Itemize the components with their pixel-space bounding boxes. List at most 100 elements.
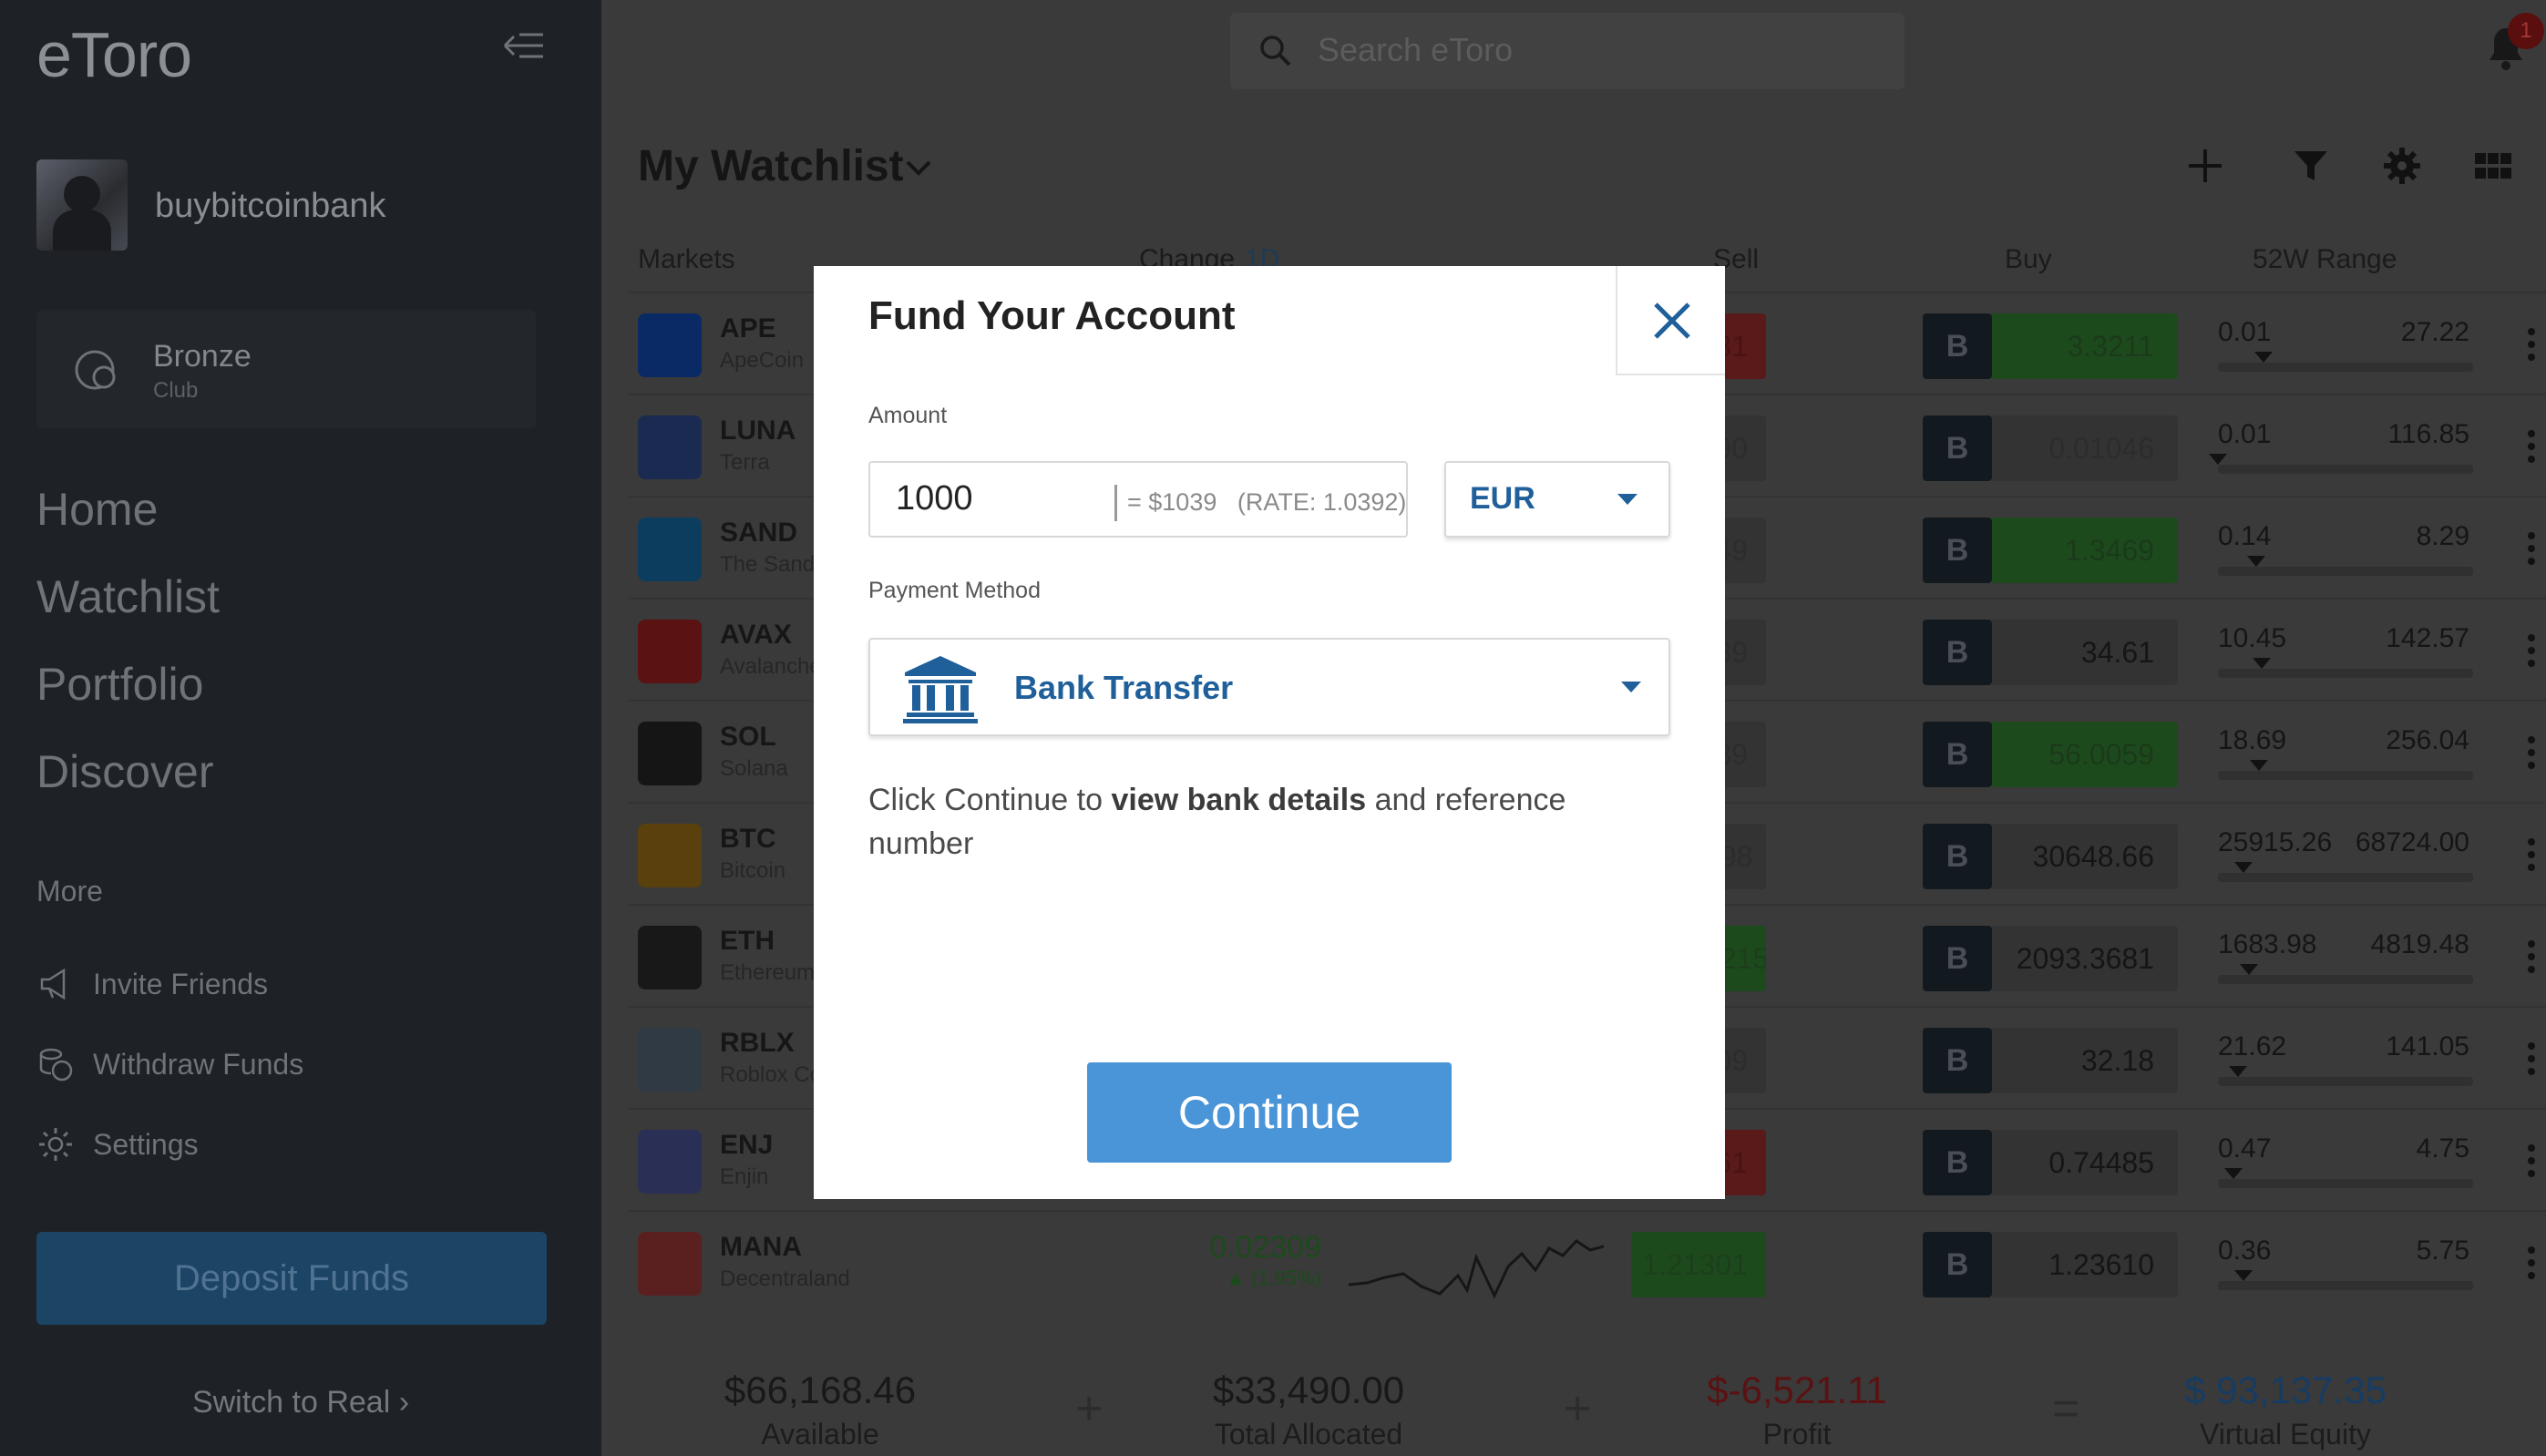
club-card[interactable]: Bronze Club	[36, 310, 536, 428]
column-52w-range: 52W Range	[2253, 244, 2397, 274]
more-options-icon[interactable]	[2526, 836, 2537, 873]
deposit-funds-button[interactable]: Deposit Funds	[36, 1232, 547, 1325]
range-bar	[2218, 465, 2473, 474]
asset-symbol[interactable]: LUNA	[720, 415, 796, 446]
summary-value: $33,490.00	[1212, 1369, 1405, 1411]
more-options-icon[interactable]	[2526, 632, 2537, 669]
buy-b-button[interactable]: B	[1923, 1130, 1992, 1195]
range-low: 0.14	[2218, 521, 2272, 551]
asset-symbol[interactable]: BTC	[720, 824, 776, 855]
summary-label: Total Allocated	[1214, 1418, 1403, 1451]
asset-symbol[interactable]: MANA	[720, 1232, 802, 1263]
range-marker	[2229, 1066, 2247, 1077]
buy-button[interactable]: 56.0059	[1992, 722, 2178, 787]
buy-button[interactable]: 1.3469	[1992, 518, 2178, 583]
nav-watchlist[interactable]: Watchlist	[36, 570, 220, 623]
gear-icon[interactable]	[2382, 146, 2422, 186]
buy-button[interactable]: 1.23610	[1992, 1232, 2178, 1297]
buy-b-button[interactable]: B	[1923, 824, 1992, 889]
asset-symbol[interactable]: SOL	[720, 722, 776, 753]
avatar[interactable]	[36, 159, 128, 251]
more-options-icon[interactable]	[2526, 1245, 2537, 1281]
range-low: 0.01	[2218, 317, 2272, 347]
buy-b-button[interactable]: B	[1923, 620, 1992, 685]
asset-logo	[638, 1028, 702, 1092]
range-high: 4819.48	[2370, 929, 2469, 959]
caret-down-icon	[1621, 682, 1641, 692]
buy-button[interactable]: 32.18	[1992, 1028, 2178, 1093]
sell-button[interactable]: 1.21301	[1631, 1232, 1766, 1297]
asset-symbol[interactable]: ETH	[720, 926, 775, 957]
buy-button[interactable]: 30648.66	[1992, 824, 2178, 889]
withdraw-funds-link[interactable]: Withdraw Funds	[36, 1041, 303, 1087]
amount-input[interactable]: 1000 = $1039 (RATE: 1.0392)	[868, 461, 1408, 538]
buy-b-button[interactable]: B	[1923, 415, 1992, 481]
watchlist-title[interactable]: My Watchlist	[638, 141, 904, 191]
username[interactable]: buybitcoinbank	[155, 187, 386, 226]
asset-logo	[638, 1130, 702, 1194]
range-high: 68724.00	[2355, 827, 2469, 857]
range-low: 0.36	[2218, 1236, 2272, 1266]
collapse-sidebar-icon[interactable]	[501, 27, 547, 64]
buy-button[interactable]: 34.61	[1992, 620, 2178, 685]
asset-logo	[638, 824, 702, 887]
amount-value[interactable]: 1000	[896, 479, 973, 518]
currency-value: EUR	[1470, 481, 1535, 516]
buy-button[interactable]: 2093.3681	[1992, 926, 2178, 991]
asset-name: Terra	[720, 450, 770, 475]
more-options-icon[interactable]	[2526, 938, 2537, 975]
buy-b-button[interactable]: B	[1923, 926, 1992, 991]
table-row[interactable]: MANA Decentraland 0.02309 ▲ (1.95%) 1.21301 B…	[629, 1210, 2546, 1312]
settings-link[interactable]: Settings	[36, 1122, 199, 1167]
buy-b-button[interactable]: B	[1923, 1232, 1992, 1297]
summary-label: Virtual Equity	[2200, 1418, 2371, 1451]
filter-icon[interactable]	[2291, 146, 2331, 186]
more-options-icon[interactable]	[2526, 530, 2537, 567]
search-input[interactable]: Search eToro	[1230, 13, 1904, 89]
buy-button[interactable]: 0.01046	[1992, 415, 2178, 481]
asset-symbol[interactable]: RBLX	[720, 1028, 795, 1059]
buy-b-button[interactable]: B	[1923, 313, 1992, 379]
summary-label: Available	[761, 1418, 879, 1451]
more-options-icon[interactable]	[2526, 428, 2537, 465]
range-high: 5.75	[2416, 1236, 2469, 1266]
currency-select[interactable]: EUR	[1444, 461, 1670, 538]
more-options-icon[interactable]	[2526, 326, 2537, 363]
gear-icon	[39, 1128, 72, 1161]
buy-b-button[interactable]: B	[1923, 518, 1992, 583]
close-button[interactable]	[1616, 266, 1725, 375]
search-placeholder: Search eToro	[1318, 31, 1514, 68]
buy-b-button[interactable]: B	[1923, 722, 1992, 787]
buy-b-button[interactable]: B	[1923, 1028, 1992, 1093]
asset-name: Bitcoin	[720, 858, 786, 883]
asset-symbol[interactable]: APE	[720, 313, 776, 344]
chevron-down-icon[interactable]	[902, 155, 935, 182]
summary-value: $66,168.46	[724, 1369, 917, 1411]
invite-friends-link[interactable]: Invite Friends	[36, 961, 268, 1007]
more-options-icon[interactable]	[2526, 1041, 2537, 1077]
asset-logo	[638, 313, 702, 377]
asset-symbol[interactable]: ENJ	[720, 1130, 773, 1161]
nav-portfolio[interactable]: Portfolio	[36, 658, 203, 711]
more-options-icon[interactable]	[2526, 1143, 2537, 1179]
nav-discover[interactable]: Discover	[36, 745, 213, 798]
buy-button[interactable]: 3.3211	[1992, 313, 2178, 379]
continue-button[interactable]: Continue	[1087, 1062, 1452, 1163]
nav-home[interactable]: Home	[36, 483, 158, 536]
summary-value: $ 93,137.35	[2184, 1369, 2387, 1411]
buy-button[interactable]: 0.74485	[1992, 1130, 2178, 1195]
more-options-icon[interactable]	[2526, 734, 2537, 771]
etoro-logo[interactable]: eToro	[36, 18, 192, 91]
range-high: 256.04	[2386, 725, 2469, 755]
summary-value: $-6,521.11	[1707, 1369, 1887, 1411]
fund-account-modal: Fund Your Account Amount 1000 = $1039 (R…	[814, 266, 1725, 1199]
switch-to-real-link[interactable]: Switch to Real ›	[0, 1385, 601, 1420]
summary-operator: +	[1564, 1382, 1592, 1435]
grid-view-icon[interactable]	[2473, 146, 2513, 186]
asset-symbol[interactable]: AVAX	[720, 620, 792, 651]
payment-method-select[interactable]: Bank Transfer	[868, 638, 1670, 736]
asset-symbol[interactable]: SAND	[720, 518, 797, 549]
range-marker	[2253, 658, 2271, 669]
add-icon[interactable]	[2185, 146, 2225, 186]
range-marker	[2234, 862, 2253, 873]
